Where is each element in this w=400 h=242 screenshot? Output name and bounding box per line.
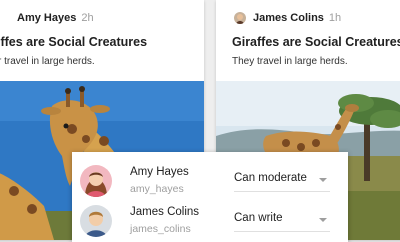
avatar xyxy=(234,12,246,24)
avatar xyxy=(80,205,112,237)
post-title: iffes are Social Creatures xyxy=(0,35,148,49)
user-row: Amy Hayes amy_hayes Can moderate xyxy=(72,160,348,200)
chevron-down-icon xyxy=(319,178,327,182)
permission-dropdown[interactable]: Can moderate xyxy=(234,169,330,192)
permission-value: Can write xyxy=(234,212,283,224)
post-title: Giraffes are Social Creatures xyxy=(232,35,400,49)
user-name: Amy Hayes xyxy=(130,166,189,178)
chevron-down-icon xyxy=(319,218,327,222)
permission-dropdown[interactable]: Can write xyxy=(234,209,330,232)
permission-value: Can moderate xyxy=(234,172,307,184)
post-author-name: Amy Hayes xyxy=(17,12,77,24)
user-row: James Colins james_colins Can write xyxy=(72,200,348,240)
post-time: 1h xyxy=(328,12,342,24)
post-author-name: James Colins xyxy=(253,12,324,24)
post-body: They travel in large herds. xyxy=(232,56,348,67)
user-handle: james_colins xyxy=(130,223,191,235)
post-body: r travel in large herds. xyxy=(0,56,95,67)
avatar xyxy=(80,165,112,197)
post-author-row: Amy Hayes 2h xyxy=(17,10,94,26)
share-permissions-panel: Amy Hayes amy_hayes Can moderate James C… xyxy=(72,152,348,242)
post-author-row: James Colins 1h xyxy=(234,10,341,26)
user-name: James Colins xyxy=(130,206,200,218)
user-handle: amy_hayes xyxy=(130,183,184,195)
post-time: 2h xyxy=(81,12,94,24)
